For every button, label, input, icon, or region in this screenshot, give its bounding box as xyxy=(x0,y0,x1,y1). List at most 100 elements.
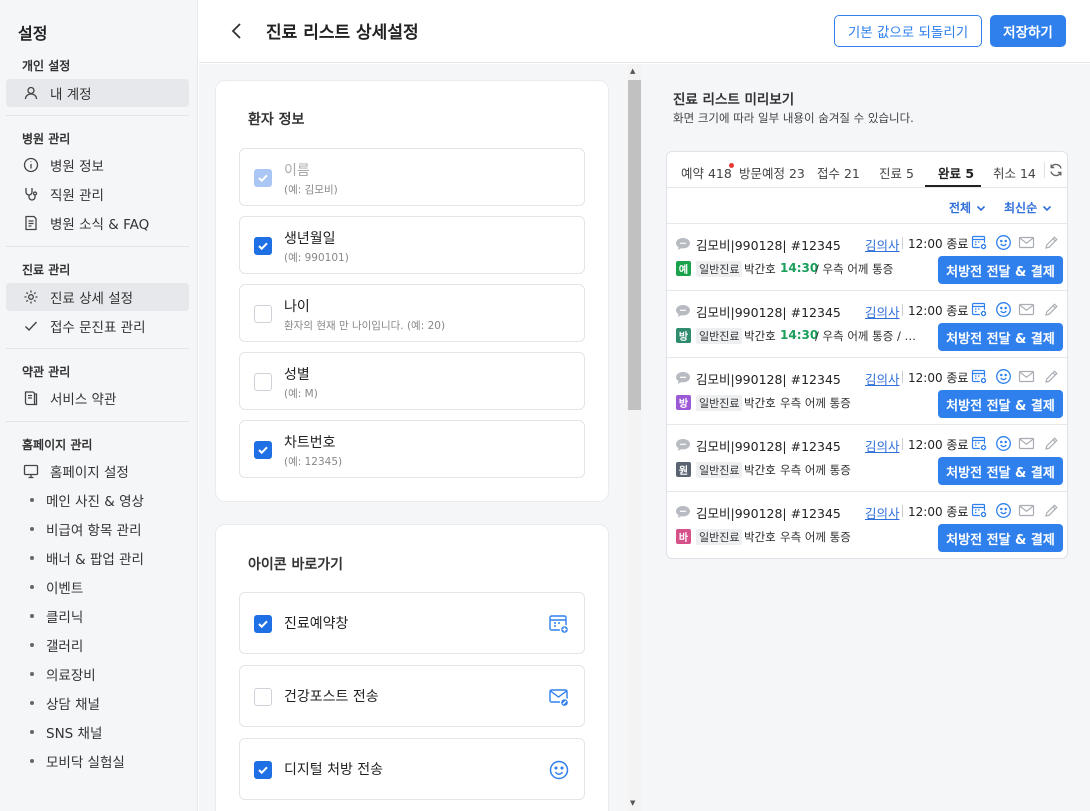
calendar-plus-icon[interactable] xyxy=(971,368,988,385)
tab-treatment[interactable]: 진료 5 xyxy=(879,163,914,182)
smile-icon[interactable] xyxy=(995,502,1012,519)
checkbox-health-post[interactable] xyxy=(254,688,272,706)
option-chart-number[interactable]: 차트번호 (예: 12345) xyxy=(239,420,585,478)
scroll-down-arrow[interactable]: ▼ xyxy=(630,799,635,807)
checkbox-gender[interactable] xyxy=(254,373,272,391)
option-birthdate[interactable]: 생년월일 (예: 990101) xyxy=(239,216,585,274)
save-button[interactable]: 저장하기 xyxy=(990,15,1066,47)
calendar-plus-icon[interactable] xyxy=(971,301,988,318)
pencil-icon[interactable] xyxy=(1043,435,1060,452)
prescription-payment-button[interactable]: 처방전 전달 & 결제 xyxy=(938,390,1063,418)
doctor-link[interactable]: 김의사 xyxy=(865,302,900,321)
doctor-link[interactable]: 김의사 xyxy=(865,235,900,254)
tab-cancelled[interactable]: 취소 14 xyxy=(993,163,1036,182)
sidebar-subitem-event[interactable]: 이벤트 xyxy=(30,575,83,599)
mail-icon[interactable] xyxy=(1018,502,1035,519)
mail-icon[interactable] xyxy=(1018,368,1035,385)
chat-icon[interactable] xyxy=(675,438,691,452)
sidebar-subitem-label: 모비닥 실험실 xyxy=(46,755,125,771)
doctor-link[interactable]: 김의사 xyxy=(865,503,900,522)
option-reservation[interactable]: 진료예약창 xyxy=(239,592,585,654)
sidebar-subitem-lab[interactable]: 모비닥 실험실 xyxy=(30,749,125,773)
sidebar-item-homepage-settings[interactable]: 홈페이지 설정 xyxy=(6,457,189,485)
prescription-payment-button[interactable]: 처방전 전달 & 결제 xyxy=(938,457,1063,485)
section-treatment: 진료 관리 xyxy=(22,263,71,277)
prescription-payment-button[interactable]: 처방전 전달 & 결제 xyxy=(938,524,1063,552)
calendar-plus-icon[interactable] xyxy=(971,234,988,251)
tab-visit-scheduled[interactable]: 방문예정 23 xyxy=(739,163,805,182)
sidebar-item-treatment-detail[interactable]: 진료 상세 설정 xyxy=(6,283,189,311)
sidebar-subitem-banner[interactable]: 배너 & 팝업 관리 xyxy=(30,546,144,570)
sidebar-item-my-account[interactable]: 내 계정 xyxy=(6,79,189,107)
visit-type-badge: 방 xyxy=(676,328,691,343)
prescription-payment-button[interactable]: 처방전 전달 & 결제 xyxy=(938,323,1063,351)
divider xyxy=(902,505,903,517)
tab-received[interactable]: 접수 21 xyxy=(817,163,860,182)
checkbox-birthdate[interactable] xyxy=(254,237,272,255)
mail-icon[interactable] xyxy=(1018,234,1035,251)
refresh-icon[interactable] xyxy=(1048,162,1064,178)
sidebar-subitem-label: 비급여 항목 관리 xyxy=(46,523,142,539)
sidebar-subitem-main-photo[interactable]: 메인 사진 & 영상 xyxy=(30,488,144,512)
sidebar-subitem-consult[interactable]: 상담 채널 xyxy=(30,691,100,715)
smile-icon[interactable] xyxy=(995,435,1012,452)
sidebar-subitem-gallery[interactable]: 갤러리 xyxy=(30,633,83,657)
doctor-link[interactable]: 김의사 xyxy=(865,369,900,388)
pencil-icon[interactable] xyxy=(1043,301,1060,318)
sort-dropdown[interactable]: 최신순 xyxy=(1004,199,1052,216)
sidebar-item-news-faq[interactable]: 병원 소식 & FAQ xyxy=(6,209,189,237)
tab-reservation[interactable]: 예약 418 xyxy=(681,163,732,182)
sidebar-item-questionnaire[interactable]: 접수 문진표 관리 xyxy=(6,312,189,340)
chat-icon[interactable] xyxy=(675,304,691,318)
filter-all-dropdown[interactable]: 전체 xyxy=(949,199,986,216)
chat-icon[interactable] xyxy=(675,237,691,251)
bullet xyxy=(30,730,34,734)
pencil-icon[interactable] xyxy=(1043,368,1060,385)
sidebar-item-staff[interactable]: 직원 관리 xyxy=(6,180,189,208)
notification-dot xyxy=(729,163,734,168)
memo-text: 우측 어께 통증 xyxy=(780,396,851,410)
checkbox-age[interactable] xyxy=(254,305,272,323)
mail-icon[interactable] xyxy=(1018,435,1035,452)
pencil-icon[interactable] xyxy=(1043,234,1060,251)
scrollbar-thumb[interactable] xyxy=(628,80,641,410)
option-hint: (예: M) xyxy=(284,388,318,400)
bullet xyxy=(30,585,34,589)
table-row[interactable]: 김모비|990128| #12345 김의사 12:00 종료 예 일반진료 박간호 14:… xyxy=(667,223,1067,290)
mail-icon[interactable] xyxy=(1018,301,1035,318)
back-button[interactable] xyxy=(227,20,247,42)
checkbox-digital-prescription[interactable] xyxy=(254,761,272,779)
checkbox-chart-number[interactable] xyxy=(254,441,272,459)
reset-defaults-button[interactable]: 기본 값으로 되돌리기 xyxy=(834,15,982,47)
option-age[interactable]: 나이 환자의 현재 만 나이입니다. (예: 20) xyxy=(239,284,585,342)
calendar-plus-icon[interactable] xyxy=(971,502,988,519)
checkbox-reservation[interactable] xyxy=(254,615,272,633)
table-row[interactable]: 김모비|990128| #12345 김의사 12:00 종료 방 일반진료 박간호 14:… xyxy=(667,290,1067,357)
option-name[interactable]: 이름 (예: 김모비) xyxy=(239,148,585,206)
table-row[interactable]: 김모비|990128| #12345 김의사 12:00 종료 바 일반진료 박간호 우측 … xyxy=(667,491,1067,558)
doctor-link[interactable]: 김의사 xyxy=(865,436,900,455)
smile-icon[interactable] xyxy=(995,234,1012,251)
chat-icon[interactable] xyxy=(675,371,691,385)
tab-completed[interactable]: 완료 5 xyxy=(938,163,974,182)
calendar-plus-icon[interactable] xyxy=(971,435,988,452)
sidebar-subitem-clinic[interactable]: 클리닉 xyxy=(30,604,83,628)
table-row[interactable]: 김모비|990128| #12345 김의사 12:00 종료 원 일반진료 박간호 우측 … xyxy=(667,424,1067,491)
prescription-payment-button[interactable]: 처방전 전달 & 결제 xyxy=(938,256,1063,284)
option-health-post[interactable]: 건강포스트 전송 xyxy=(239,665,585,727)
scroll-up-arrow[interactable]: ▲ xyxy=(630,67,635,75)
checkbox-name[interactable] xyxy=(254,169,272,187)
pencil-icon[interactable] xyxy=(1043,502,1060,519)
option-digital-prescription[interactable]: 디지털 처방 전송 xyxy=(239,738,585,800)
sidebar-item-service-terms[interactable]: 서비스 약관 xyxy=(6,384,189,412)
sidebar-subitem-non-covered[interactable]: 비급여 항목 관리 xyxy=(30,517,142,541)
sidebar-subitem-equipment[interactable]: 의료장비 xyxy=(30,662,96,686)
smile-icon[interactable] xyxy=(995,301,1012,318)
sidebar-item-hospital-info[interactable]: 병원 정보 xyxy=(6,151,189,179)
chat-icon[interactable] xyxy=(675,505,691,519)
smile-icon[interactable] xyxy=(995,368,1012,385)
option-gender[interactable]: 성별 (예: M) xyxy=(239,352,585,410)
table-row[interactable]: 김모비|990128| #12345 김의사 12:00 종료 방 일반진료 박간호 우측 … xyxy=(667,357,1067,424)
sidebar-subitem-sns[interactable]: SNS 채널 xyxy=(30,720,102,744)
memo-text: / 우측 어께 통증 xyxy=(815,262,894,276)
